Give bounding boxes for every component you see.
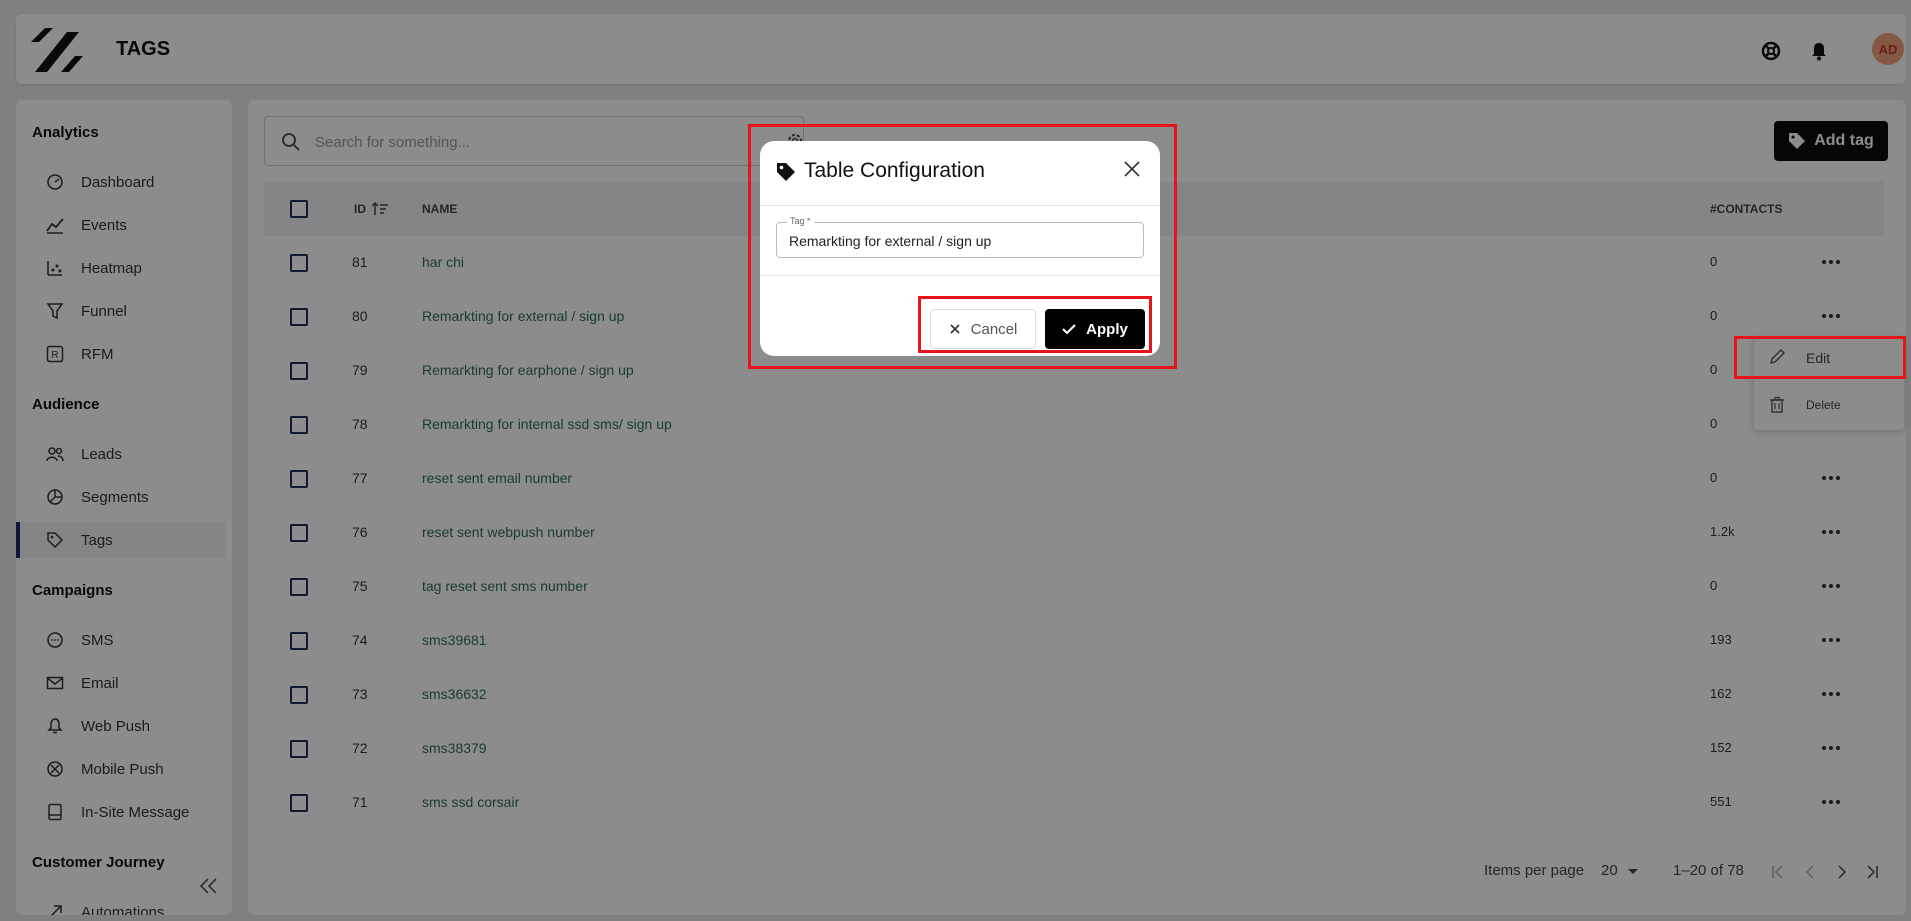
highlight-actions	[918, 296, 1152, 353]
highlight-edit	[1734, 336, 1906, 379]
